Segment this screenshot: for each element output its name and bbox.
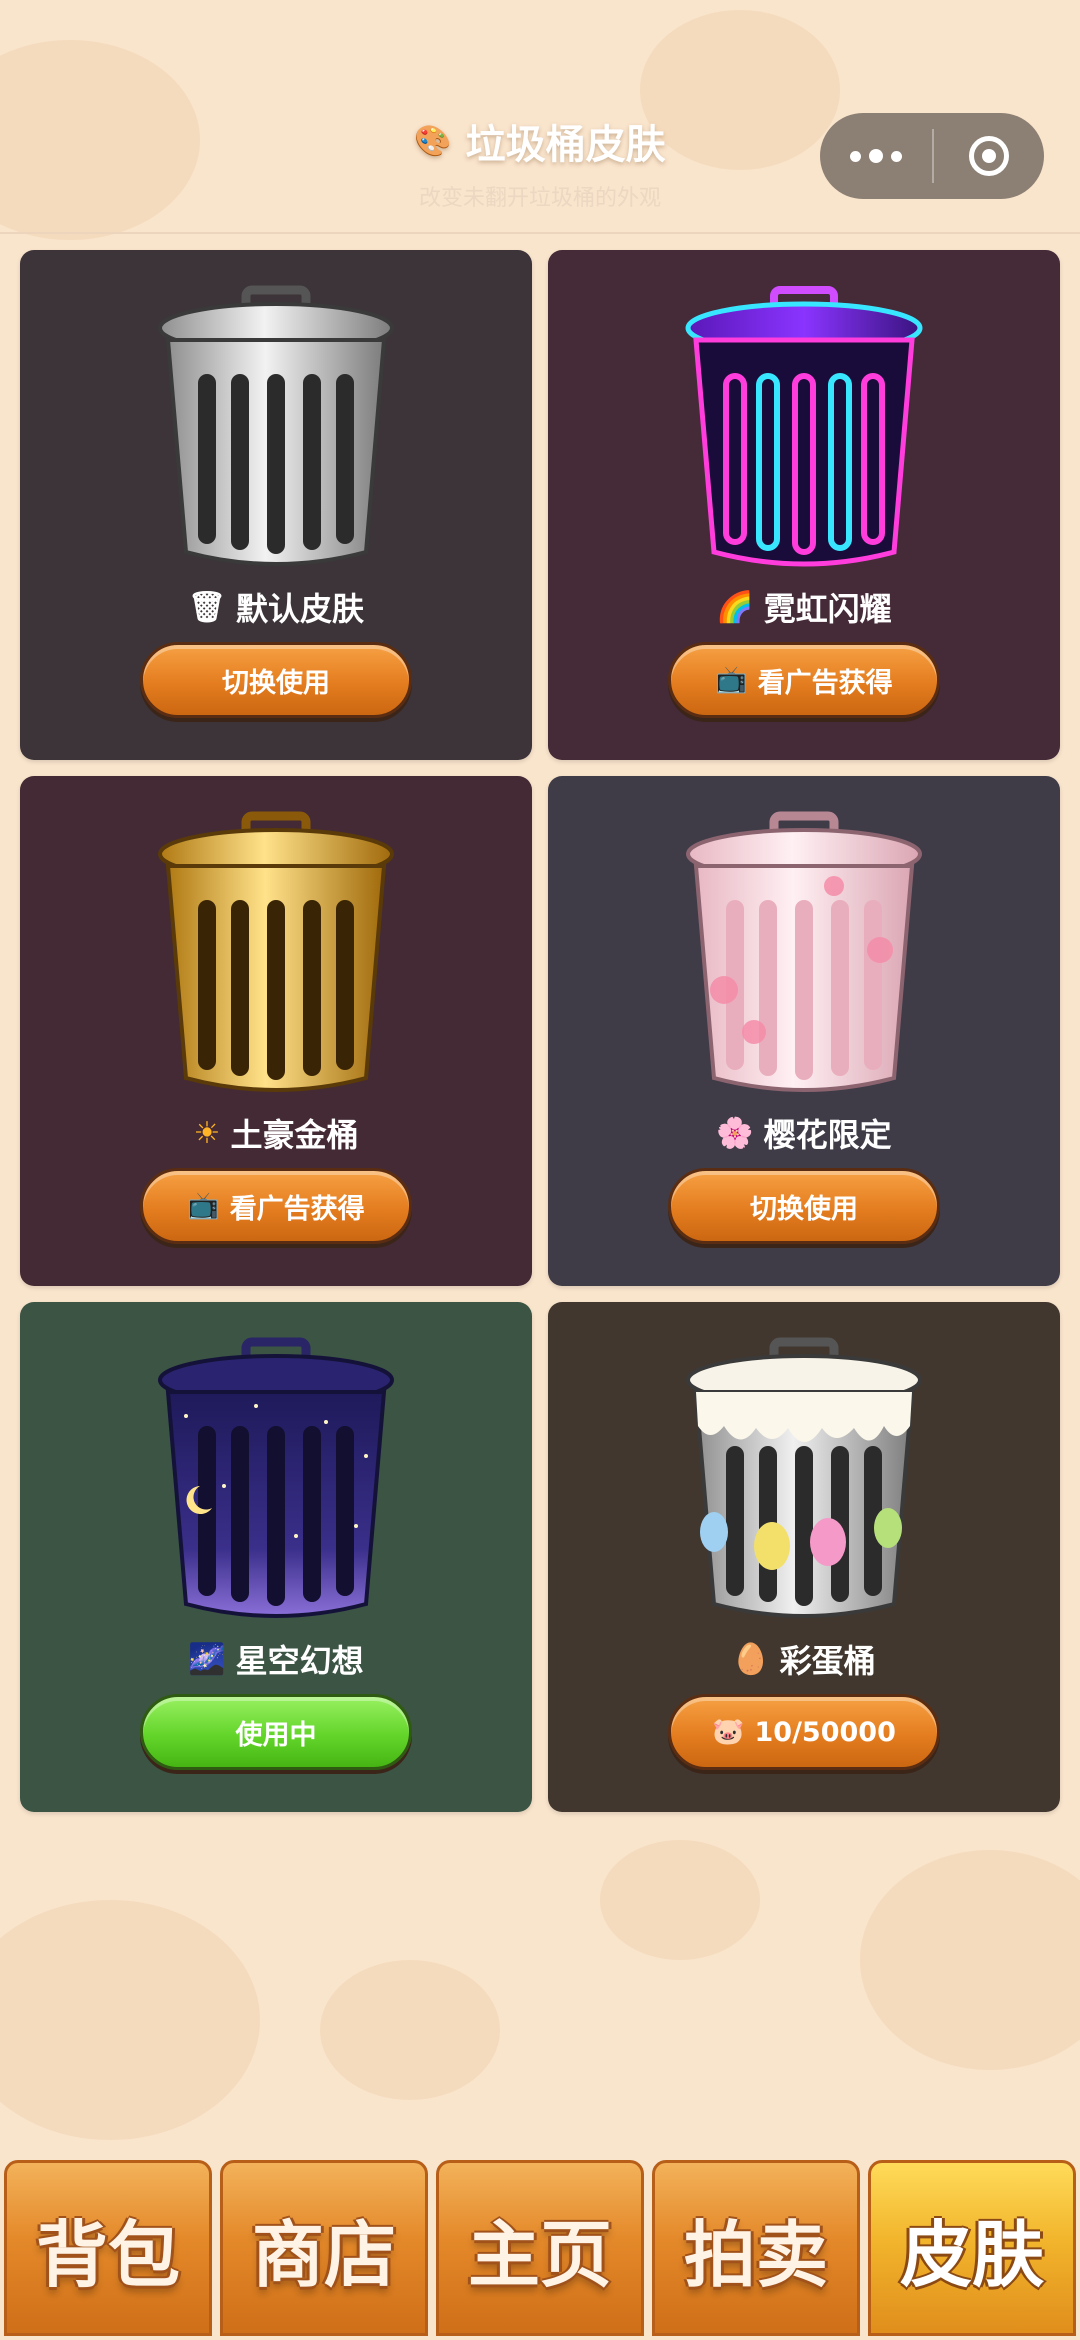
watch-ad-button[interactable]: 📺 看广告获得 bbox=[668, 642, 940, 718]
palette-icon: 🎨 bbox=[414, 123, 452, 159]
tv-icon: 📺 bbox=[187, 1191, 220, 1221]
in-use-button[interactable]: 使用中 bbox=[140, 1694, 412, 1770]
trash-can-gold-icon bbox=[158, 811, 394, 1092]
skin-card: 🥚 彩蛋桶 🐷 10/50000 bbox=[548, 1302, 1060, 1812]
tab-backpack[interactable]: 背包 bbox=[4, 2160, 212, 2336]
tv-icon: 📺 bbox=[715, 665, 748, 695]
skin-card: 🌸 樱花限定 切换使用 bbox=[548, 776, 1060, 1286]
basket-icon: 🗑 bbox=[187, 589, 227, 625]
more-menu-icon[interactable] bbox=[820, 113, 932, 199]
switch-skin-button[interactable]: 切换使用 bbox=[668, 1168, 940, 1244]
skin-card: ☀ 土豪金桶 📺 看广告获得 bbox=[20, 776, 532, 1286]
close-miniprogram-icon[interactable] bbox=[934, 113, 1044, 199]
switch-skin-button[interactable]: 切换使用 bbox=[140, 642, 412, 718]
pig-icon: 🐷 bbox=[712, 1717, 745, 1747]
rainbow-icon: 🌈 bbox=[716, 589, 754, 625]
tab-shop[interactable]: 商店 bbox=[220, 2160, 428, 2336]
miniprogram-capsule bbox=[820, 113, 1044, 199]
watch-ad-button[interactable]: 📺 看广告获得 bbox=[140, 1168, 412, 1244]
skin-name: ☀ 土豪金桶 bbox=[193, 1115, 359, 1155]
skin-card: 🌌 星空幻想 使用中 bbox=[20, 1302, 532, 1812]
trash-can-sakura-icon bbox=[686, 811, 922, 1092]
trash-can-starry-icon bbox=[158, 1337, 394, 1618]
tab-skins[interactable]: 皮肤 bbox=[868, 2160, 1076, 2336]
tab-home[interactable]: 主页 bbox=[436, 2160, 644, 2336]
milky-way-icon: 🌌 bbox=[188, 1641, 226, 1677]
trash-can-easter-egg-icon bbox=[686, 1337, 922, 1618]
bottom-nav: 背包 商店 主页 拍卖 皮肤 bbox=[0, 2160, 1080, 2340]
skin-card: 🌈 霓虹闪耀 📺 看广告获得 bbox=[548, 250, 1060, 760]
skin-name: 🗑 默认皮肤 bbox=[187, 589, 365, 629]
trash-can-default-icon bbox=[158, 285, 394, 566]
skin-name: 🥚 彩蛋桶 bbox=[732, 1641, 876, 1681]
unlock-progress-button[interactable]: 🐷 10/50000 bbox=[668, 1694, 940, 1770]
sun-icon: ☀ bbox=[193, 1115, 221, 1151]
page-title: 🎨 垃圾桶皮肤 bbox=[414, 122, 666, 168]
egg-icon: 🥚 bbox=[732, 1641, 770, 1677]
skin-grid: 🗑 默认皮肤 切换使用 🌈 霓虹闪耀 📺 看广告获得 ☀ 土豪金桶 📺 看广告获… bbox=[20, 250, 1060, 1812]
tab-auction[interactable]: 拍卖 bbox=[652, 2160, 860, 2336]
skin-name: 🌈 霓虹闪耀 bbox=[716, 589, 892, 629]
skin-name: 🌸 樱花限定 bbox=[716, 1115, 892, 1155]
trash-can-neon-icon bbox=[685, 286, 923, 567]
cherry-blossom-icon: 🌸 bbox=[716, 1115, 754, 1151]
page-header: 🎨 垃圾桶皮肤 改变未翻开垃圾桶的外观 bbox=[0, 0, 1080, 234]
skin-name: 🌌 星空幻想 bbox=[188, 1641, 364, 1681]
skin-card: 🗑 默认皮肤 切换使用 bbox=[20, 250, 532, 760]
